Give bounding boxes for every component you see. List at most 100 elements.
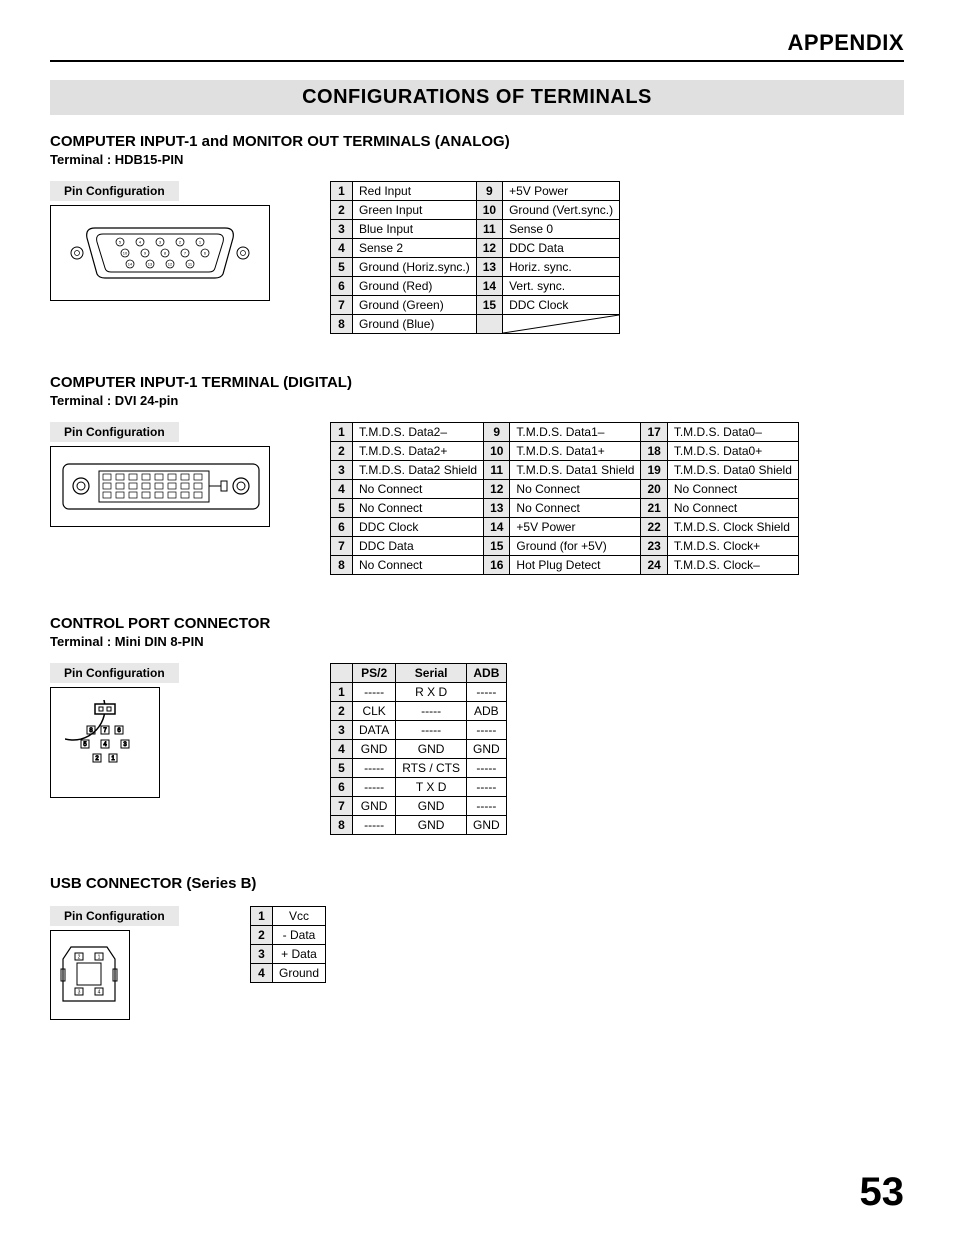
pin-num: 18 <box>641 442 667 461</box>
pin-desc: DDC Clock <box>353 518 484 537</box>
svg-text:7: 7 <box>103 728 107 734</box>
svg-text:2: 2 <box>78 955 81 961</box>
svg-text:13: 13 <box>148 262 153 267</box>
ps2-val: CLK <box>353 702 396 721</box>
pin-num: 15 <box>484 537 510 556</box>
pin-num: 6 <box>331 518 353 537</box>
pin-num: 8 <box>331 315 353 334</box>
table-row: 2CLK-----ADB <box>331 702 507 721</box>
table-row: 7Ground (Green)15DDC Clock <box>331 296 620 315</box>
table-row: 1Red Input9+5V Power <box>331 182 620 201</box>
adb-val: ----- <box>467 759 507 778</box>
pin-num: 13 <box>484 499 510 518</box>
pin-desc: T.M.D.S. Clock– <box>667 556 798 575</box>
pin-desc: T.M.D.S. Clock+ <box>667 537 798 556</box>
pin-desc: Horiz. sync. <box>503 258 620 277</box>
serial-val: RTS / CTS <box>396 759 467 778</box>
pin-desc: +5V Power <box>503 182 620 201</box>
table-row: 7GNDGND----- <box>331 797 507 816</box>
svg-text:4: 4 <box>139 240 142 245</box>
svg-text:14: 14 <box>128 262 133 267</box>
pin-num: 5 <box>331 759 353 778</box>
control-config-label: Pin Configuration <box>50 663 179 683</box>
pin-desc: T.M.D.S. Clock Shield <box>667 518 798 537</box>
pin-num: 12 <box>476 239 502 258</box>
svg-text:1: 1 <box>98 955 101 961</box>
pin-desc: Ground (Vert.sync.) <box>503 201 620 220</box>
col-header <box>331 664 353 683</box>
table-row: 1Vcc <box>251 907 326 926</box>
pin-num: 22 <box>641 518 667 537</box>
pin-num: 2 <box>331 442 353 461</box>
digital-title: COMPUTER INPUT-1 TERMINAL (DIGITAL) <box>50 374 904 391</box>
digital-pin-table: 1T.M.D.S. Data2–9T.M.D.S. Data1–17T.M.D.… <box>330 422 799 575</box>
pin-num: 10 <box>476 201 502 220</box>
serial-val: R X D <box>396 683 467 702</box>
svg-text:2: 2 <box>95 756 99 762</box>
pin-num: 6 <box>331 778 353 797</box>
pin-desc: No Connect <box>667 499 798 518</box>
table-row: 1T.M.D.S. Data2–9T.M.D.S. Data1–17T.M.D.… <box>331 423 799 442</box>
svg-text:12: 12 <box>168 262 173 267</box>
pin-num-empty <box>476 315 502 334</box>
table-row: 2- Data <box>251 926 326 945</box>
analog-title: COMPUTER INPUT-1 and MONITOR OUT TERMINA… <box>50 133 904 150</box>
pin-desc: Vcc <box>273 907 326 926</box>
table-row: 5Ground (Horiz.sync.)13Horiz. sync. <box>331 258 620 277</box>
adb-val: ----- <box>467 721 507 740</box>
pin-num: 4 <box>331 740 353 759</box>
pin-desc: Green Input <box>353 201 477 220</box>
pin-desc: T.M.D.S. Data2+ <box>353 442 484 461</box>
ps2-val: ----- <box>353 816 396 835</box>
pin-desc: Ground (Horiz.sync.) <box>353 258 477 277</box>
ps2-val: DATA <box>353 721 396 740</box>
svg-text:1: 1 <box>199 240 202 245</box>
pin-num: 14 <box>484 518 510 537</box>
svg-text:7: 7 <box>184 251 187 256</box>
pin-desc: Vert. sync. <box>503 277 620 296</box>
pin-desc: No Connect <box>510 499 641 518</box>
pin-num: 3 <box>251 945 273 964</box>
pin-desc: Sense 0 <box>503 220 620 239</box>
ps2-val: ----- <box>353 683 396 702</box>
pin-desc: DDC Data <box>353 537 484 556</box>
analog-pin-table: 1Red Input9+5V Power2Green Input10Ground… <box>330 181 620 334</box>
adb-val: ----- <box>467 778 507 797</box>
pin-desc: T.M.D.S. Data2 Shield <box>353 461 484 480</box>
pin-num: 12 <box>484 480 510 499</box>
adb-val: GND <box>467 740 507 759</box>
svg-text:2: 2 <box>179 240 182 245</box>
serial-val: ----- <box>396 702 467 721</box>
pin-num: 11 <box>476 220 502 239</box>
table-row: 2T.M.D.S. Data2+10T.M.D.S. Data1+18T.M.D… <box>331 442 799 461</box>
pin-num: 4 <box>331 480 353 499</box>
pin-desc: No Connect <box>353 480 484 499</box>
pin-num: 17 <box>641 423 667 442</box>
svg-text:3: 3 <box>159 240 162 245</box>
control-pin-table: PS/2SerialADB 1-----R X D-----2CLK-----A… <box>330 663 507 835</box>
table-row: 4Sense 212DDC Data <box>331 239 620 258</box>
control-sub: Terminal : Mini DIN 8-PIN <box>50 634 904 649</box>
pin-desc: DDC Data <box>503 239 620 258</box>
pin-desc: Ground (Green) <box>353 296 477 315</box>
usb-title: USB CONNECTOR (Series B) <box>50 875 904 892</box>
table-row: 1-----R X D----- <box>331 683 507 702</box>
analog-sub: Terminal : HDB15-PIN <box>50 152 904 167</box>
adb-val: ----- <box>467 683 507 702</box>
pin-desc: Blue Input <box>353 220 477 239</box>
pin-num: 13 <box>476 258 502 277</box>
pin-desc: No Connect <box>510 480 641 499</box>
ps2-val: ----- <box>353 778 396 797</box>
serial-val: ----- <box>396 721 467 740</box>
pin-num: 5 <box>331 258 353 277</box>
pin-num: 11 <box>484 461 510 480</box>
col-header: Serial <box>396 664 467 683</box>
pin-num: 3 <box>331 721 353 740</box>
control-title: CONTROL PORT CONNECTOR <box>50 615 904 632</box>
svg-text:4: 4 <box>103 742 107 748</box>
pin-num: 3 <box>331 461 353 480</box>
pin-desc: No Connect <box>353 499 484 518</box>
pin-desc-empty <box>503 315 620 334</box>
page-number: 53 <box>860 1170 905 1215</box>
table-row: 3DATA---------- <box>331 721 507 740</box>
